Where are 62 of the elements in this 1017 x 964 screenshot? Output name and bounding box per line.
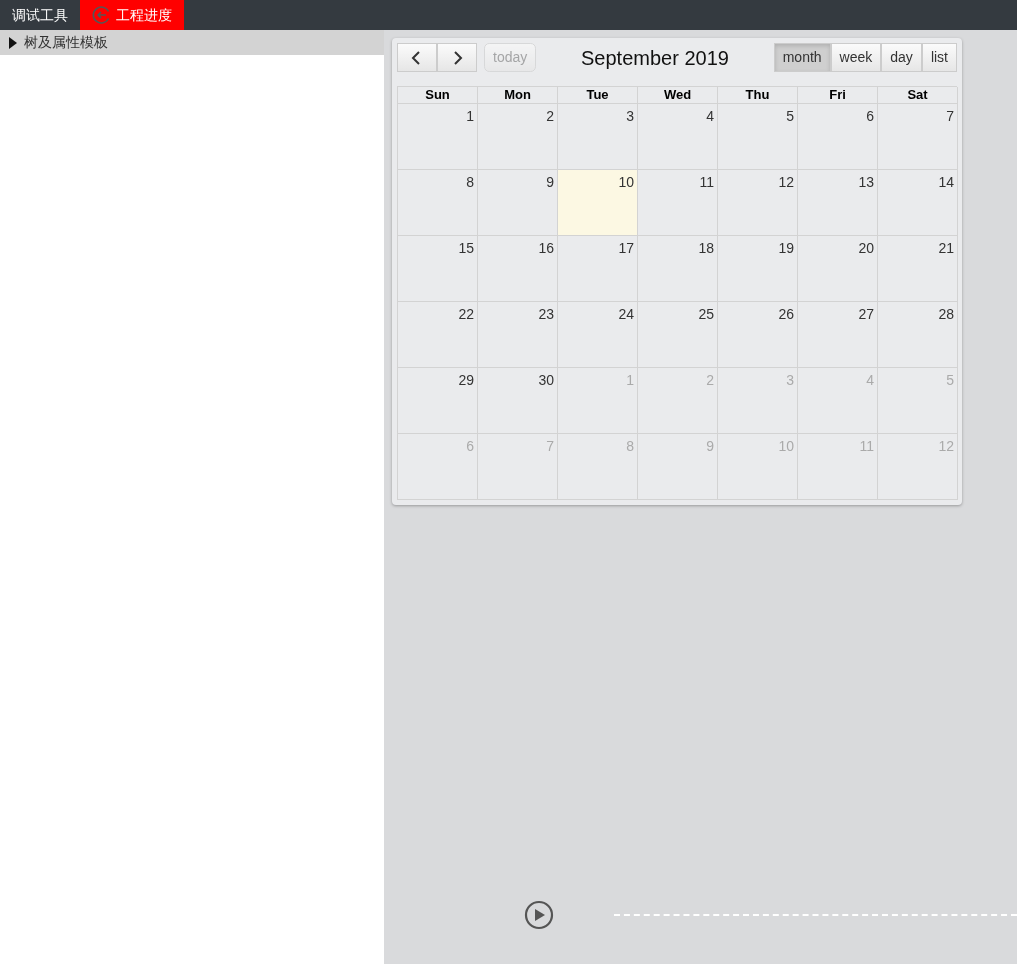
next-button[interactable] [437,43,477,72]
day-number: 19 [777,239,795,258]
day-number: 6 [465,437,475,456]
weekday-header: Thu [718,87,798,104]
tab[interactable]: 调试工具 [0,0,80,30]
day-number: 22 [457,305,475,324]
day-number: 14 [937,173,955,192]
day-number: 6 [865,107,875,126]
back-arrow-icon [92,5,112,25]
day-number: 3 [625,107,635,126]
day-number: 5 [785,107,795,126]
day-number: 11 [698,173,715,192]
day-number: 23 [537,305,555,324]
day-number: 13 [857,173,875,192]
tree-header[interactable]: 树及属性模板 [0,30,384,55]
day-number: 3 [785,371,795,390]
day-number: 8 [625,437,635,456]
weekday-header: Sat [878,87,958,104]
prev-button[interactable] [397,43,437,72]
day-number: 15 [457,239,475,258]
day-number: 21 [937,239,955,258]
day-number: 10 [617,173,635,192]
day-number: 20 [857,239,875,258]
day-number: 17 [617,239,635,258]
weekday-header: Wed [638,87,718,104]
weekday-header: Mon [478,87,558,104]
day-number: 11 [858,437,875,456]
day-number: 5 [945,371,955,390]
caret-right-icon [8,36,18,49]
day-number: 2 [545,107,555,126]
day-number: 9 [545,173,555,192]
day-number: 4 [865,371,875,390]
day-number: 12 [937,437,955,456]
day-number: 30 [537,371,555,390]
day-number: 18 [697,239,715,258]
weekday-header: Fri [798,87,878,104]
day-number: 29 [457,371,475,390]
view-tab[interactable]: list [921,43,957,72]
day-number: 10 [777,437,795,456]
day-number: 9 [705,437,715,456]
day-number: 2 [705,371,715,390]
weekday-header: Tue [558,87,638,104]
day-number: 7 [945,107,955,126]
day-number: 7 [545,437,555,456]
tab[interactable]: 工程进度 [80,0,184,30]
view-tab[interactable]: day [881,43,922,72]
day-number: 27 [857,305,875,324]
play-icon[interactable] [524,900,554,930]
day-number: 4 [705,107,715,126]
day-number: 8 [465,173,475,192]
weekday-header: Sun [398,87,478,104]
day-number: 24 [617,305,635,324]
day-number: 26 [777,305,795,324]
day-number: 28 [937,305,955,324]
day-number: 1 [465,107,475,126]
calendar-title: September 2019 [580,45,730,70]
day-number: 16 [537,239,555,258]
view-tab[interactable]: week [830,43,882,72]
view-tab[interactable]: month [773,43,831,72]
day-number: 12 [777,173,795,192]
day-number: 1 [625,371,635,390]
day-number: 25 [697,305,715,324]
